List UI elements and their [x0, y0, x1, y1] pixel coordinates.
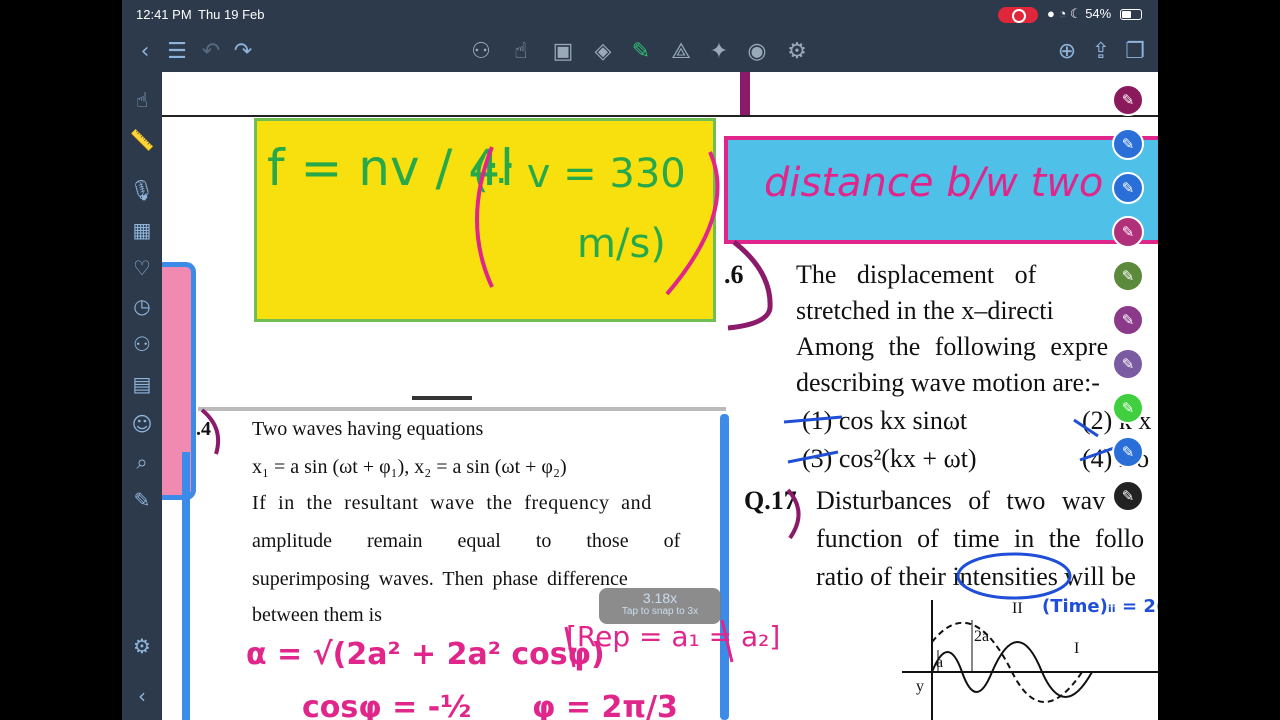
calculator-icon[interactable]: ▦	[128, 216, 156, 244]
people-icon[interactable]: ⚇	[128, 330, 156, 358]
battery-percent: 54%	[1085, 6, 1112, 21]
share-icon[interactable]: ⇪	[1086, 38, 1116, 66]
status-date: Thu 19 Feb	[198, 7, 265, 22]
status-bar: 12:41 PM Thu 19 Feb ● ◔ ☾ 54%	[122, 0, 1158, 28]
pages-icon[interactable]: ❐	[1120, 38, 1150, 66]
bookmark-icon[interactable]: ♡	[128, 254, 156, 282]
pen-preset-icon[interactable]: ✎	[1112, 260, 1144, 292]
graph-label-II: II	[1012, 600, 1023, 617]
pen-tool-icon[interactable]: ✎	[626, 38, 656, 66]
back-icon[interactable]: ‹	[130, 38, 160, 66]
microphone-icon[interactable]: ◉	[742, 38, 772, 66]
notebook-page[interactable]: f = nv / 4l (∵ v = 330 m/s) distance b/w…	[162, 72, 1158, 720]
hand-tool-icon[interactable]: ☝	[506, 38, 536, 66]
graph-label-a: a	[936, 654, 944, 671]
pen-preset-icon[interactable]: ✎	[1112, 128, 1144, 160]
hand-icon[interactable]: ☝	[128, 86, 156, 114]
edit-icon[interactable]: ✎	[128, 486, 156, 514]
graph-label-2a: 2a	[974, 628, 990, 645]
pen-preset-icon[interactable]: ✎	[1112, 348, 1144, 380]
search-icon[interactable]: ⌕	[128, 448, 156, 476]
graph-label-I: I	[1074, 640, 1080, 657]
redo-icon[interactable]: ↷	[228, 38, 258, 66]
pen-preset-icon[interactable]: ✎	[1112, 392, 1144, 424]
app-toolbar: ‹ ☰ ↶ ↷ ⚇ ☝ ▣ ◈ ✎ ⟁ ✦ ◉ ⚙ ⊕ ⇪ ❐	[122, 30, 1158, 74]
mic-side-icon[interactable]: 🎙	[128, 176, 156, 204]
zoom-toast[interactable]: 3.18x Tap to snap to 3x	[599, 588, 721, 624]
pen-preset-icon[interactable]: ✎	[1112, 304, 1144, 336]
shapes-icon[interactable]: ◈	[588, 38, 618, 66]
zoom-hint: Tap to snap to 3x	[621, 606, 699, 617]
collapse-icon[interactable]: ‹	[128, 682, 156, 710]
pen-preset-icon[interactable]: ✎	[1112, 436, 1144, 468]
image-icon[interactable]: ▣	[548, 38, 578, 66]
zoom-level: 3.18x	[642, 590, 678, 606]
settings-icon[interactable]: ⚙	[782, 38, 812, 66]
wifi-icon: ● ◔ ☾	[1047, 6, 1086, 21]
pen-preset-icon[interactable]: ✎	[1112, 480, 1144, 512]
screen-record-icon[interactable]	[998, 7, 1038, 23]
document-icon[interactable]: ▤	[128, 370, 156, 398]
left-sidebar: ☝ 📏 🎙 ▦ ♡ ◷ ⚇ ▤ ☺ ⌕ ✎ ⚙ ‹	[122, 80, 162, 720]
battery-icon	[1120, 9, 1142, 20]
bot-icon[interactable]: ☺	[128, 410, 156, 438]
add-page-icon[interactable]: ⊕	[1052, 38, 1082, 66]
graph-label-y: y	[916, 678, 924, 695]
pen-preset-icon[interactable]: ✎	[1112, 172, 1144, 204]
undo-icon[interactable]: ↶	[196, 38, 226, 66]
lasso-icon[interactable]: ⚇	[466, 38, 496, 66]
ipad-screen: 12:41 PM Thu 19 Feb ● ◔ ☾ 54% ‹ ☰ ↶ ↷ ⚇ …	[122, 0, 1158, 720]
menu-icon[interactable]: ☰	[162, 38, 192, 66]
pen-preset-icon[interactable]: ✎	[1112, 216, 1144, 248]
pen-palette: ✎ ✎ ✎ ✎ ✎ ✎ ✎ ✎ ✎ ✎	[1112, 84, 1148, 514]
status-time: 12:41 PM	[136, 7, 192, 22]
ruler-side-icon[interactable]: 📏	[128, 126, 156, 154]
pen-preset-icon[interactable]: ✎	[1112, 84, 1144, 116]
gear-icon[interactable]: ⚙	[128, 632, 156, 660]
status-icons: ● ◔ ☾ 54%	[1047, 6, 1111, 22]
ruler-icon[interactable]: ⟁	[666, 38, 696, 66]
magic-icon[interactable]: ✦	[704, 38, 734, 66]
timer-icon[interactable]: ◷	[128, 292, 156, 320]
